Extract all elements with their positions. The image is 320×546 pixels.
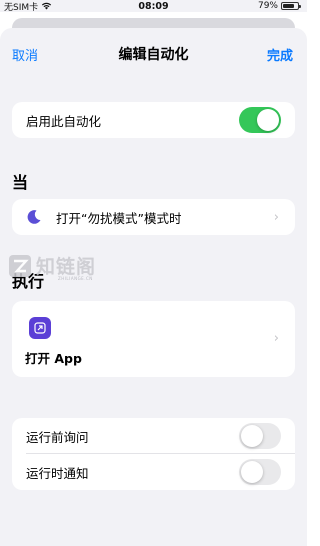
- done-button[interactable]: 完成: [267, 45, 293, 64]
- arrow-up-right-icon: [34, 322, 46, 334]
- wifi-icon: [42, 2, 52, 10]
- trigger-group: 打开“勿扰模式”模式时 ›: [12, 199, 295, 235]
- enable-group: 启用此自动化: [12, 102, 295, 138]
- trigger-row[interactable]: 打开“勿扰模式”模式时 ›: [12, 199, 295, 235]
- option-row-ask: 运行前询问: [12, 418, 295, 454]
- toggle-knob: [241, 461, 263, 483]
- notify-when-run-toggle[interactable]: [239, 459, 281, 485]
- nav-bar: 取消 编辑自动化 完成: [0, 42, 307, 64]
- battery-percent: 79%: [257, 1, 278, 11]
- options-group: 运行前询问 运行时通知: [12, 418, 295, 490]
- toggle-knob: [257, 109, 279, 131]
- chevron-right-icon: ›: [273, 209, 279, 225]
- when-section-header: 当: [12, 173, 29, 192]
- watermark-logo-icon: [9, 254, 31, 277]
- option-row-notify: 运行时通知: [12, 454, 295, 490]
- battery-fill: [283, 4, 295, 8]
- carrier-text: 无SIM卡: [4, 2, 39, 13]
- status-bar: 无SIM卡 08:09 79%: [0, 0, 307, 13]
- ask-before-running-toggle[interactable]: [239, 423, 281, 449]
- chevron-right-icon: ›: [273, 331, 279, 346]
- enable-automation-row: 启用此自动化: [12, 102, 295, 138]
- battery-icon: [281, 2, 301, 10]
- open-app-icon: [29, 317, 51, 339]
- trigger-label: 打开“勿扰模式”模式时: [56, 210, 182, 226]
- toggle-knob: [241, 425, 263, 447]
- moon-icon: [27, 210, 41, 224]
- watermark-domain: ZHILIANGE.CN: [58, 276, 93, 281]
- edit-automation-sheet: 取消 编辑自动化 完成 启用此自动化 当 打开“勿扰模式”模式时 › 执行 打开…: [0, 28, 307, 546]
- status-left: 无SIM卡: [4, 0, 52, 13]
- ask-before-running-label: 运行前询问: [26, 429, 89, 445]
- notify-when-run-label: 运行时通知: [26, 465, 89, 481]
- enable-automation-toggle[interactable]: [239, 107, 281, 133]
- watermark: 知链阁 ZHILIANGE.CN: [8, 252, 97, 281]
- enable-automation-label: 启用此自动化: [26, 113, 102, 129]
- watermark-brand: 知链阁: [36, 256, 97, 278]
- action-label: 打开 App: [25, 351, 82, 366]
- page-title: 编辑自动化: [118, 47, 189, 63]
- status-right: 79%: [257, 1, 301, 11]
- action-group[interactable]: 打开 App ›: [12, 301, 295, 377]
